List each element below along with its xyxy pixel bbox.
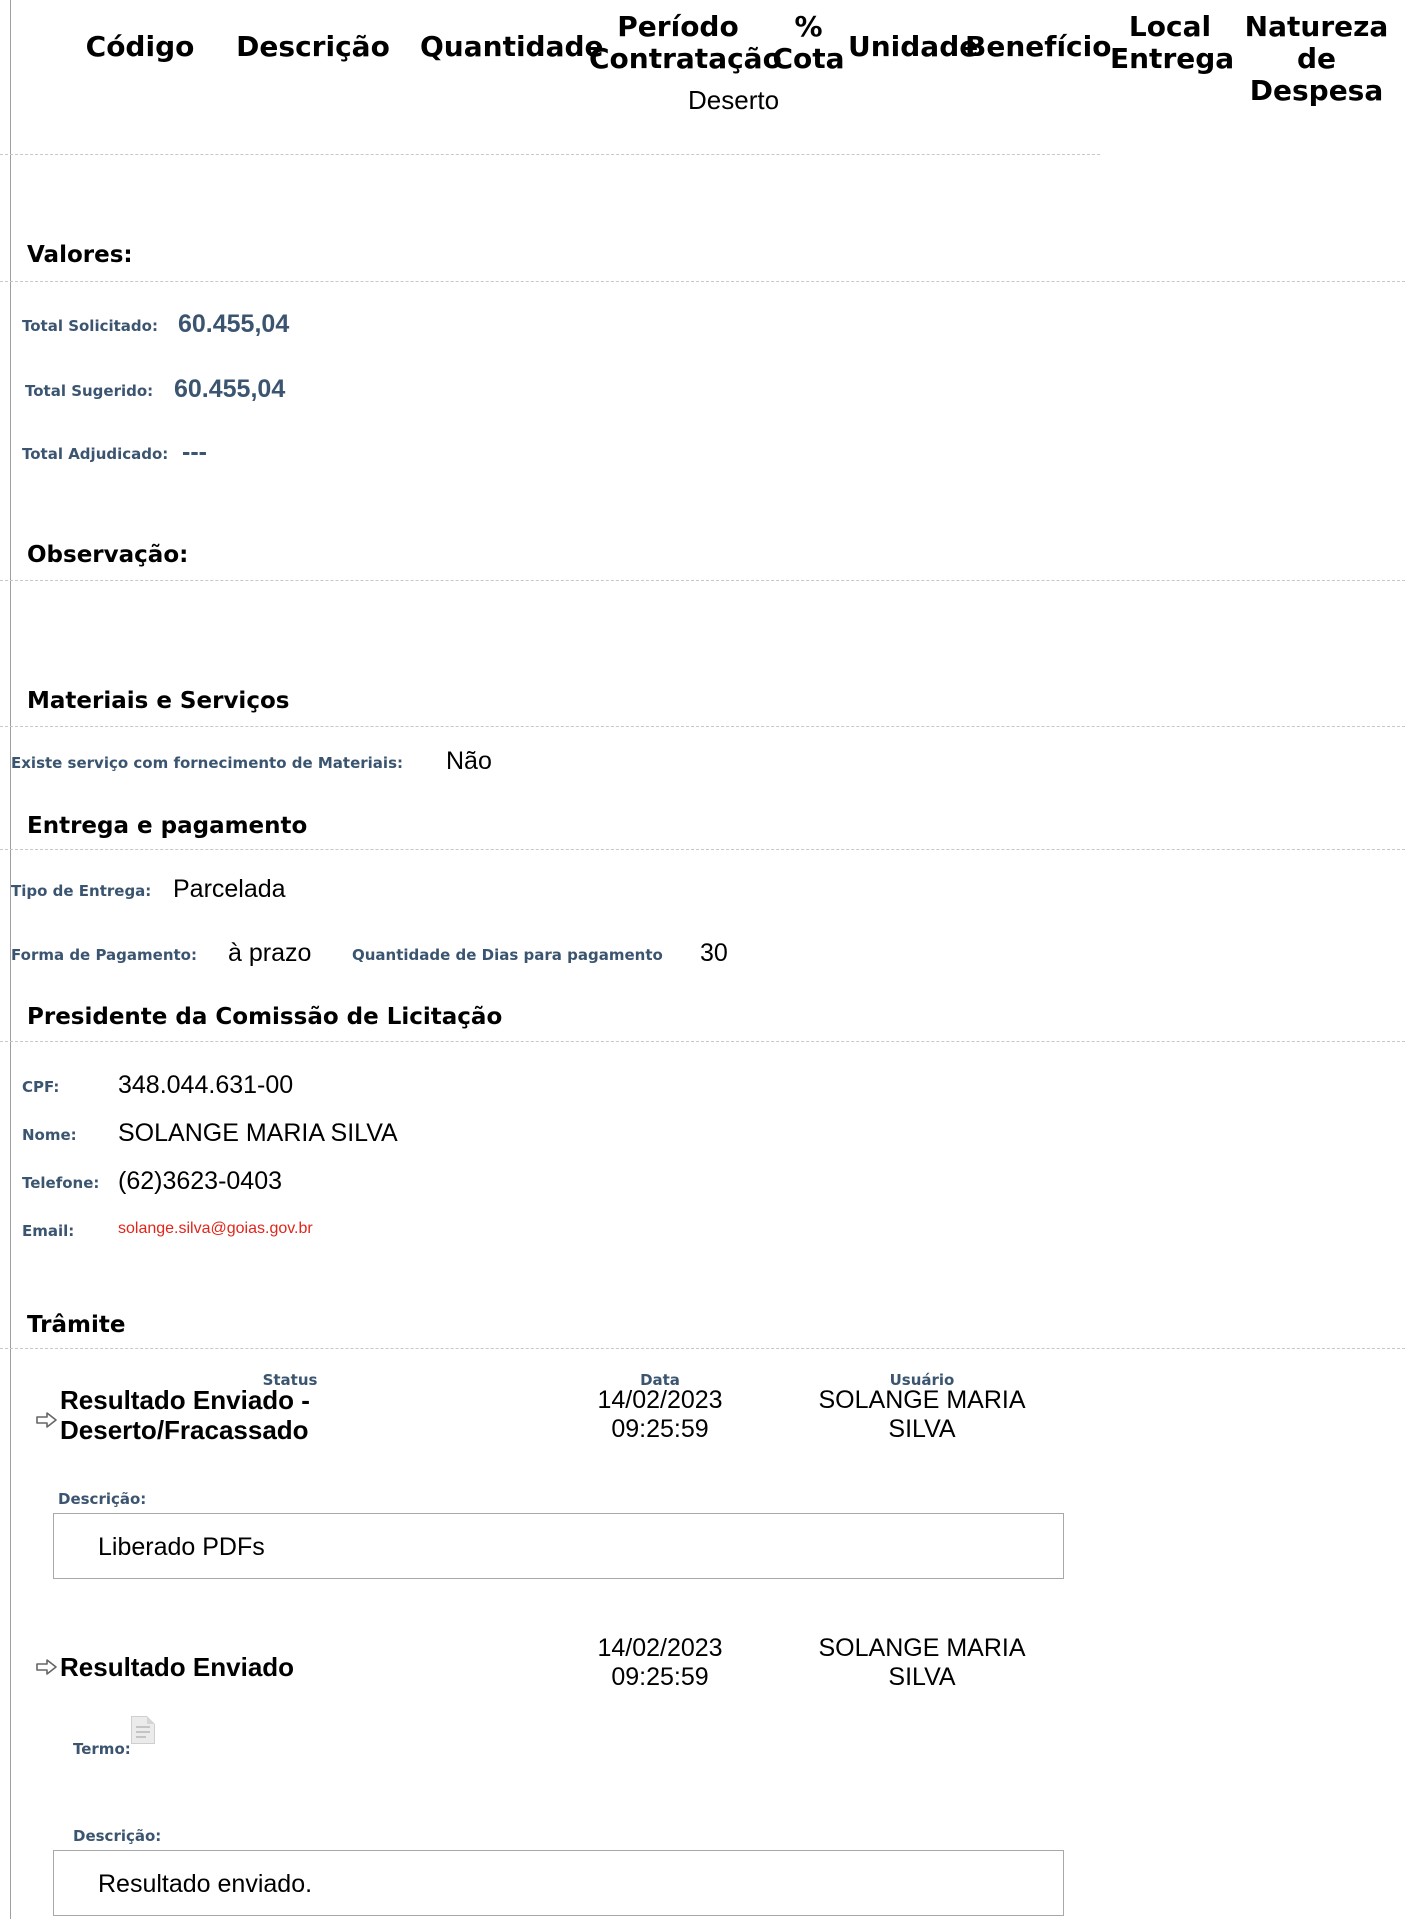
descricao-box: Resultado enviado.: [53, 1850, 1064, 1916]
divider: [0, 154, 1100, 155]
col-unidade: Unidade: [848, 30, 979, 63]
col-local-line1: Local: [1128, 10, 1212, 43]
nome-value: SOLANGE MARIA SILVA: [118, 1119, 398, 1147]
dias-pagamento-label: Quantidade de Dias para pagamento: [352, 946, 663, 964]
nome-label: Nome:: [22, 1126, 77, 1144]
tramite-user: SOLANGE MARIA SILVA: [800, 1386, 1044, 1444]
tramite-date-time: 09:25:59: [611, 1415, 709, 1443]
section-title-valores: Valores:: [27, 242, 133, 268]
tramite-date-time: 09:25:59: [611, 1663, 709, 1691]
divider: [0, 726, 1405, 727]
section-title-presidente: Presidente da Comissão de Licitação: [27, 1004, 503, 1030]
tramite-user: SOLANGE MARIA SILVA: [800, 1634, 1044, 1692]
col-natureza-line1: Natureza: [1244, 10, 1389, 43]
dias-pagamento-value: 30: [700, 939, 728, 967]
col-codigo: Código: [85, 30, 195, 63]
section-title-tramite: Trâmite: [27, 1312, 126, 1338]
section-title-entrega: Entrega e pagamento: [27, 813, 308, 839]
arrow-right-icon: [36, 1412, 57, 1428]
email-link[interactable]: solange.silva@goias.gov.br: [118, 1220, 313, 1238]
materiais-label: Existe serviço com fornecimento de Mater…: [11, 754, 403, 772]
document-icon[interactable]: [131, 1716, 155, 1744]
tipo-entrega-value: Parcelada: [173, 875, 286, 903]
descricao-box: Liberado PDFs: [53, 1513, 1064, 1579]
col-quantidade: Quantidade: [420, 30, 604, 63]
col-descricao: Descrição: [236, 30, 390, 63]
tramite-date: 14/02/2023 09:25:59: [580, 1386, 740, 1444]
divider: [0, 849, 1405, 850]
tramite-status: Resultado Enviado: [60, 1652, 295, 1682]
divider: [0, 1041, 1405, 1042]
tramite-date: 14/02/2023 09:25:59: [580, 1634, 740, 1692]
total-adjudicado-label: Total Adjudicado:: [22, 445, 169, 463]
col-local-line2: Entrega: [1110, 42, 1235, 75]
col-cota-line1: %: [794, 10, 823, 43]
col-beneficio: Benefício: [965, 30, 1112, 63]
telefone-value: (62)3623-0403: [118, 1167, 283, 1195]
materiais-value: Não: [446, 747, 492, 775]
tramite-date-day: 14/02/2023: [597, 1634, 723, 1662]
tramite-status: Resultado Enviado - Deserto/Fracassado: [60, 1385, 310, 1445]
total-solicitado-value: 60.455,04: [178, 310, 290, 338]
item-status-cell: Deserto: [688, 85, 780, 115]
forma-pagamento-value: à prazo: [228, 939, 312, 967]
col-local-entrega: Local Entrega: [1110, 10, 1235, 75]
divider: [0, 580, 1405, 581]
tramite-status-line2: Deserto/Fracassado: [60, 1415, 309, 1445]
tramite-user-line2: SILVA: [888, 1663, 956, 1691]
cpf-label: CPF:: [22, 1078, 60, 1096]
tramite-date-day: 14/02/2023: [597, 1386, 723, 1414]
col-periodo-contratacao: Período Contratação: [589, 10, 782, 75]
descricao-label: Descrição:: [58, 1490, 147, 1508]
col-natureza-line2: de Despesa: [1249, 42, 1384, 107]
tipo-entrega-label: Tipo de Entrega:: [11, 882, 152, 900]
tramite-status-line1: Resultado Enviado -: [60, 1385, 310, 1415]
col-periodo-line1: Período: [617, 10, 739, 43]
col-periodo-line2: Contratação: [589, 42, 782, 75]
descricao-label: Descrição:: [73, 1827, 162, 1845]
telefone-label: Telefone:: [22, 1174, 100, 1192]
col-cota-line2: Cota: [772, 42, 845, 75]
divider: [0, 1348, 1405, 1349]
divider: [0, 281, 1405, 282]
termo-label: Termo:: [73, 1740, 131, 1758]
tramite-user-line1: SOLANGE MARIA: [818, 1634, 1026, 1662]
arrow-right-icon: [36, 1659, 57, 1675]
tramite-user-line2: SILVA: [888, 1415, 956, 1443]
total-solicitado-label: Total Solicitado:: [22, 317, 158, 335]
cpf-value: 348.044.631-00: [118, 1071, 294, 1099]
email-label: Email:: [22, 1222, 75, 1240]
tramite-user-line1: SOLANGE MARIA: [818, 1386, 1026, 1414]
total-adjudicado-value: ---: [182, 438, 207, 466]
section-title-observacao: Observação:: [27, 542, 189, 568]
total-sugerido-value: 60.455,04: [174, 375, 286, 403]
col-cota: % Cota: [767, 11, 850, 75]
section-title-materiais: Materiais e Serviços: [27, 688, 290, 714]
forma-pagamento-label: Forma de Pagamento:: [11, 946, 197, 964]
total-sugerido-label: Total Sugerido:: [25, 382, 154, 400]
col-natureza-despesa: Natureza de Despesa: [1228, 11, 1405, 107]
